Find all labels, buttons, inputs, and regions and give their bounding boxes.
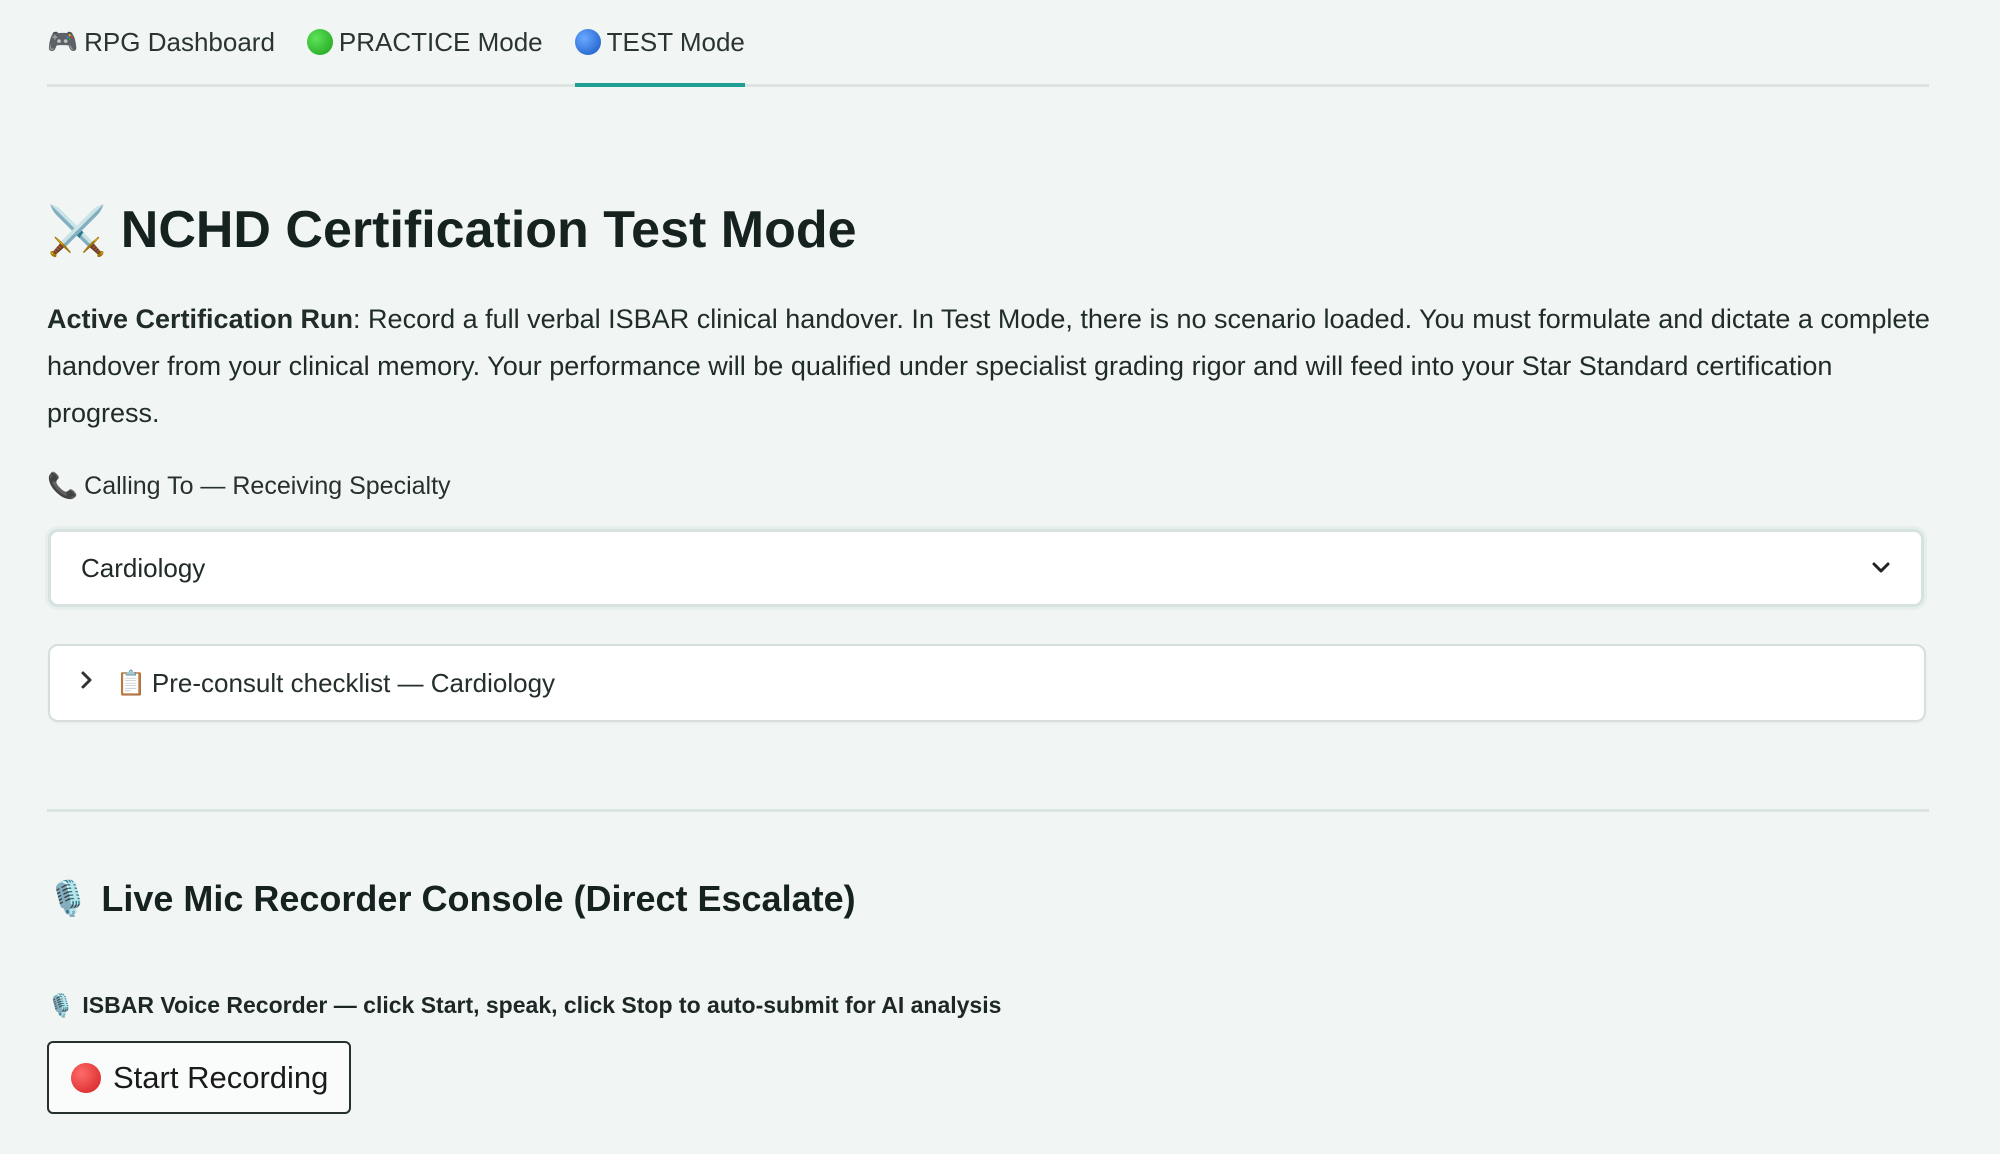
green-circle-icon [306, 29, 333, 55]
tab-label: PRACTICE Mode [338, 26, 543, 57]
red-circle-icon [71, 1062, 101, 1093]
section-divider [47, 809, 1929, 812]
recorder-section-title: 🎙️ Live Mic Recorder Console (Direct Esc… [47, 878, 856, 920]
blue-circle-icon [574, 29, 601, 55]
pre-consult-checklist-expander[interactable]: 📋 Pre-consult checklist — Cardiology [48, 644, 1926, 722]
tab-rpg-dashboard[interactable]: 🎮 RPG Dashboard [47, 0, 275, 84]
specialty-selected-value: Cardiology [81, 552, 206, 583]
gamepad-icon: 🎮 [47, 27, 79, 56]
microphone-icon: 🎙️ [47, 992, 75, 1018]
specialty-label-text: Calling To — Receiving Specialty [84, 472, 451, 500]
specialty-select[interactable]: Cardiology [48, 529, 1924, 607]
start-recording-label: Start Recording [113, 1059, 329, 1095]
tab-label: TEST Mode [606, 26, 745, 57]
phone-icon: 📞 [47, 472, 79, 500]
page: 🎮 RPG Dashboard PRACTICE Mode TEST Mode … [0, 0, 2000, 1154]
recorder-caption: 🎙️ ISBAR Voice Recorder — click Start, s… [47, 992, 1001, 1019]
mode-description: Active Certification Run: Record a full … [47, 296, 1937, 437]
page-title-text: NCHD Certification Test Mode [120, 201, 857, 259]
recorder-caption-text: ISBAR Voice Recorder — click Start, spea… [82, 992, 1002, 1018]
tab-bar: 🎮 RPG Dashboard PRACTICE Mode TEST Mode [47, 0, 1929, 87]
recorder-section-title-text: Live Mic Recorder Console (Direct Escala… [101, 878, 856, 919]
start-recording-button[interactable]: Start Recording [47, 1041, 351, 1114]
crossed-swords-icon: ⚔️ [47, 204, 107, 258]
clipboard-icon: 📋 [116, 669, 146, 697]
specialty-select-label: 📞 Calling To — Receiving Specialty [47, 472, 451, 501]
microphone-icon: 🎙️ [47, 880, 90, 918]
tab-test-mode[interactable]: TEST Mode [574, 0, 746, 87]
tab-label: RPG Dashboard [84, 26, 275, 57]
tab-practice-mode[interactable]: PRACTICE Mode [306, 0, 543, 84]
description-lead: Active Certification Run [47, 304, 354, 334]
checklist-label: Pre-consult checklist — Cardiology [151, 667, 556, 698]
chevron-down-icon [1871, 555, 1891, 581]
chevron-right-icon [80, 670, 94, 696]
page-title: ⚔️ NCHD Certification Test Mode [47, 200, 857, 260]
